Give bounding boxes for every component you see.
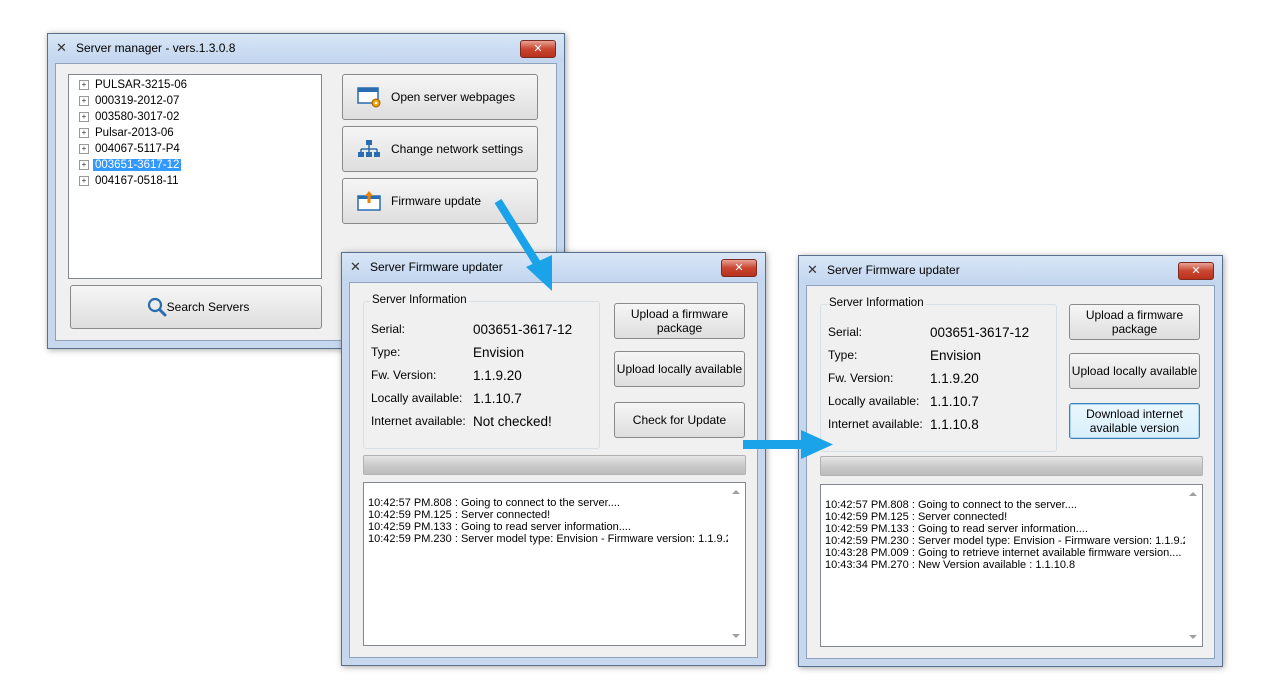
network-icon <box>358 140 380 157</box>
change-network-button[interactable]: Change network settings <box>342 126 538 172</box>
progress-bar <box>363 455 746 475</box>
check-update-button[interactable]: Check for Update <box>614 402 745 438</box>
server-information-group: Server Information Serial: 003651-3617-12… <box>820 297 1057 452</box>
window-title: Server manager - vers.1.3.0.8 <box>76 41 236 55</box>
firmware-updater-window: ✕ Server Firmware updater ✕ Server Infor… <box>341 252 766 666</box>
expand-icon[interactable]: + <box>79 175 89 186</box>
serial-value: 003651-3617-12 <box>930 325 1030 340</box>
scroll-down-icon[interactable] <box>732 634 740 638</box>
serial-value: 003651-3617-12 <box>473 322 573 337</box>
search-servers-label: Search Servers <box>166 300 250 314</box>
flow-arrow-down-icon <box>494 198 552 291</box>
title-bar[interactable]: ✕ Server Firmware updater ✕ <box>799 256 1222 284</box>
expand-icon[interactable]: + <box>79 95 89 106</box>
title-bar[interactable]: ✕ Server manager - vers.1.3.0.8 ✕ <box>48 34 564 62</box>
tree-item[interactable]: +004067-5117-P4 <box>79 142 182 157</box>
upload-local-button[interactable]: Upload locally available <box>614 351 745 387</box>
upload-package-button[interactable]: Upload a firmware package <box>1069 304 1200 340</box>
tree-item-selected[interactable]: +003651-3617-12 <box>79 158 183 173</box>
expand-icon[interactable]: + <box>79 111 89 122</box>
scroll-down-icon[interactable] <box>1189 635 1197 639</box>
tree-item[interactable]: + Pulsar-2013-06 <box>79 126 176 141</box>
window-title: Server Firmware updater <box>827 263 960 277</box>
change-network-label: Change network settings <box>391 142 524 156</box>
server-information-group: Server Information Serial: 003651-3617-12… <box>363 294 600 449</box>
firmware-upload-icon <box>357 191 381 211</box>
internet-value: Not checked! <box>473 414 552 429</box>
local-value: 1.1.10.7 <box>930 394 979 409</box>
window-client: Server Information Serial: 003651-3617-12… <box>349 282 758 658</box>
tree-item[interactable]: +000319-2012-07 <box>79 94 181 109</box>
log-text: 10:42:57 PM.808 : Going to connect to th… <box>368 497 738 545</box>
firmware-updater-window-after: ✕ Server Firmware updater ✕ Server Infor… <box>798 255 1223 667</box>
search-servers-button[interactable]: Search Servers <box>70 285 322 329</box>
tree-item[interactable]: + PULSAR-3215-06 <box>79 78 189 93</box>
expand-icon[interactable]: + <box>79 143 89 154</box>
log-textbox[interactable]: 10:42:57 PM.808 : Going to connect to th… <box>363 482 746 646</box>
close-button[interactable]: ✕ <box>1178 262 1214 280</box>
server-tree[interactable]: + PULSAR-3215-06 +000319-2012-07 +003580-… <box>68 74 322 279</box>
vertical-scrollbar[interactable] <box>728 483 745 645</box>
flow-arrow-right-icon <box>743 430 833 459</box>
webpage-gear-icon <box>357 87 381 108</box>
tools-icon: ✕ <box>56 40 67 55</box>
expand-icon[interactable]: + <box>79 79 89 90</box>
close-button[interactable]: ✕ <box>520 40 556 58</box>
fw-version-value: 1.1.9.20 <box>473 368 522 383</box>
open-webpages-label: Open server webpages <box>391 90 516 104</box>
tools-icon: ✕ <box>350 259 361 274</box>
log-text: 10:42:57 PM.808 : Going to connect to th… <box>825 499 1195 571</box>
open-webpages-button[interactable]: Open server webpages <box>342 74 538 120</box>
fw-version-value: 1.1.9.20 <box>930 371 979 386</box>
upload-package-button[interactable]: Upload a firmware package <box>614 303 745 339</box>
tree-item[interactable]: +003580-3017-02 <box>79 110 181 125</box>
upload-local-button[interactable]: Upload locally available <box>1069 353 1200 389</box>
tools-icon: ✕ <box>807 262 818 277</box>
log-textbox[interactable]: 10:42:57 PM.808 : Going to connect to th… <box>820 484 1203 647</box>
type-value: Envision <box>930 348 982 363</box>
tree-item[interactable]: +004167-0518-11 <box>79 174 181 189</box>
local-value: 1.1.10.7 <box>473 391 522 406</box>
group-title: Server Information <box>370 294 469 306</box>
expand-icon[interactable]: + <box>79 127 89 138</box>
scroll-up-icon[interactable] <box>1189 492 1197 496</box>
window-client: Server Information Serial: 003651-3617-12… <box>806 285 1215 659</box>
scroll-up-icon[interactable] <box>732 490 740 494</box>
window-title: Server Firmware updater <box>370 260 503 274</box>
download-internet-button[interactable]: Download internet available version <box>1069 403 1200 439</box>
close-button[interactable]: ✕ <box>721 259 757 277</box>
group-title: Server Information <box>827 297 926 309</box>
vertical-scrollbar[interactable] <box>1185 485 1202 646</box>
internet-value: 1.1.10.8 <box>930 417 979 432</box>
type-value: Envision <box>473 345 525 360</box>
expand-icon[interactable]: + <box>79 159 89 170</box>
progress-bar <box>820 456 1203 476</box>
